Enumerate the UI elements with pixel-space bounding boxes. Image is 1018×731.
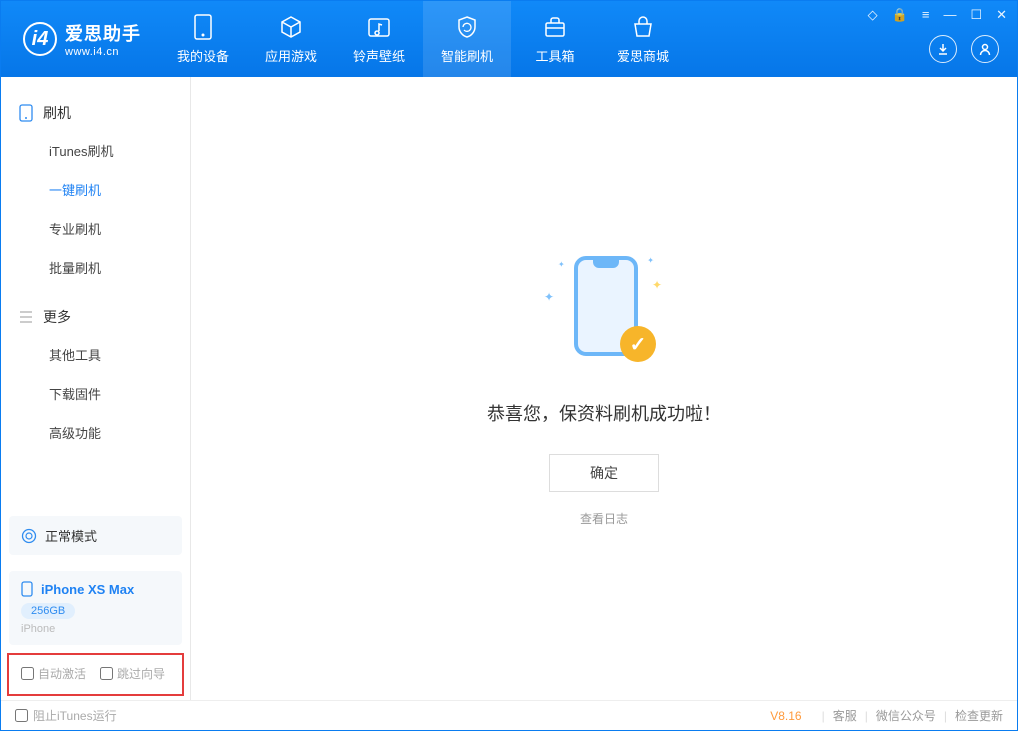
list-icon — [19, 311, 33, 323]
highlight-box: 自动激活 跳过向导 — [7, 653, 184, 696]
footer-link-update[interactable]: 检查更新 — [955, 707, 1003, 724]
sidebar-item-oneclick-flash[interactable]: 一键刷机 — [1, 170, 190, 209]
minimize-button[interactable]: — — [943, 7, 956, 23]
version-label: V8.16 — [770, 709, 801, 723]
app-name: 爱思助手 — [65, 20, 141, 46]
menu-icon[interactable]: ≡ — [922, 7, 930, 23]
group-label: 刷机 — [43, 103, 71, 123]
group-label: 更多 — [43, 307, 71, 327]
shirt-icon[interactable]: ◇ — [868, 7, 878, 23]
cube-icon — [278, 14, 304, 40]
footer-link-wechat[interactable]: 微信公众号 — [876, 707, 936, 724]
ok-button[interactable]: 确定 — [549, 454, 659, 492]
toolbox-icon — [542, 14, 568, 40]
sidebar-item-pro-flash[interactable]: 专业刷机 — [1, 209, 190, 248]
user-button[interactable] — [971, 35, 999, 63]
store-icon — [630, 14, 656, 40]
check-badge-icon: ✓ — [620, 326, 656, 362]
sidebar-item-download-firmware[interactable]: 下载固件 — [1, 374, 190, 413]
device-icon — [190, 14, 216, 40]
window-controls: ◇ 🔒 ≡ — ☐ ✕ — [868, 7, 1007, 23]
view-log-link[interactable]: 查看日志 — [580, 510, 628, 527]
lock-icon[interactable]: 🔒 — [892, 7, 908, 23]
success-illustration: ✦✦ ✦✦ ✓ — [544, 250, 664, 370]
sidebar: 刷机 iTunes刷机 一键刷机 专业刷机 批量刷机 更多 其他工具 下载固件 … — [1, 77, 191, 700]
shield-sync-icon — [454, 14, 480, 40]
app-logo: i4 爱思助手 www.i4.cn — [1, 20, 159, 58]
success-message: 恭喜您，保资料刷机成功啦！ — [487, 400, 721, 426]
device-name: iPhone XS Max — [41, 582, 134, 597]
maximize-button[interactable]: ☐ — [970, 7, 982, 23]
device-mode-box[interactable]: 正常模式 — [9, 516, 182, 555]
header-actions — [929, 35, 999, 63]
header-bar: i4 爱思助手 www.i4.cn 我的设备 应用游戏 铃声壁纸 智能刷机 工具… — [1, 1, 1017, 77]
nav-label: 爱思商城 — [617, 46, 669, 65]
nav-label: 应用游戏 — [265, 46, 317, 65]
nav-tabs: 我的设备 应用游戏 铃声壁纸 智能刷机 工具箱 爱思商城 — [159, 1, 687, 77]
nav-label: 我的设备 — [177, 46, 229, 65]
phone-icon — [21, 581, 33, 597]
nav-tab-toolbox[interactable]: 工具箱 — [511, 1, 599, 77]
sidebar-item-advanced[interactable]: 高级功能 — [1, 413, 190, 452]
download-button[interactable] — [929, 35, 957, 63]
close-button[interactable]: ✕ — [996, 7, 1007, 23]
music-folder-icon — [366, 14, 392, 40]
sidebar-item-itunes-flash[interactable]: iTunes刷机 — [1, 131, 190, 170]
nav-label: 工具箱 — [535, 46, 574, 65]
device-info-box[interactable]: iPhone XS Max 256GB iPhone — [9, 571, 182, 645]
main-content: ✦✦ ✦✦ ✓ 恭喜您，保资料刷机成功啦！ 确定 查看日志 — [191, 77, 1017, 700]
sidebar-group-more[interactable]: 更多 — [1, 299, 190, 335]
app-url: www.i4.cn — [65, 46, 141, 58]
phone-icon — [19, 104, 33, 122]
nav-tab-apps[interactable]: 应用游戏 — [247, 1, 335, 77]
sidebar-group-flash[interactable]: 刷机 — [1, 95, 190, 131]
nav-tab-store[interactable]: 爱思商城 — [599, 1, 687, 77]
checkbox-block-itunes[interactable]: 阻止iTunes运行 — [15, 707, 117, 724]
nav-tab-ringtone[interactable]: 铃声壁纸 — [335, 1, 423, 77]
nav-tab-flash[interactable]: 智能刷机 — [423, 1, 511, 77]
sidebar-item-other-tools[interactable]: 其他工具 — [1, 335, 190, 374]
nav-label: 智能刷机 — [441, 46, 493, 65]
footer-bar: 阻止iTunes运行 V8.16 | 客服 | 微信公众号 | 检查更新 — [1, 700, 1017, 730]
mode-label: 正常模式 — [45, 526, 97, 545]
nav-label: 铃声壁纸 — [353, 46, 405, 65]
footer-link-service[interactable]: 客服 — [833, 707, 857, 724]
sync-icon — [21, 528, 37, 544]
checkbox-auto-activate[interactable]: 自动激活 — [21, 665, 86, 682]
logo-icon: i4 — [23, 22, 57, 56]
checkbox-skip-guide[interactable]: 跳过向导 — [100, 665, 165, 682]
nav-tab-device[interactable]: 我的设备 — [159, 1, 247, 77]
device-type: iPhone — [21, 623, 170, 635]
device-capacity: 256GB — [21, 603, 75, 619]
sidebar-item-batch-flash[interactable]: 批量刷机 — [1, 248, 190, 287]
